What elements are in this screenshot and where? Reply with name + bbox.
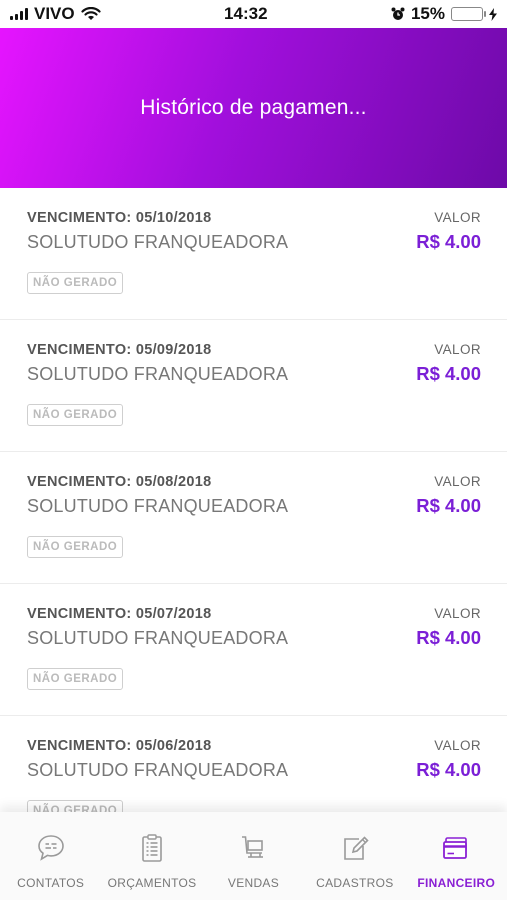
status-right: 15% — [391, 4, 497, 24]
value-amount: R$ 4.00 — [416, 363, 481, 384]
credit-card-icon — [443, 837, 468, 859]
value-label: VALOR — [434, 606, 481, 621]
company-name: SOLUTUDO FRANQUEADORA — [27, 232, 289, 252]
status-badge: NÃO GERADO — [27, 800, 124, 812]
tab-label: CONTATOS — [17, 876, 85, 890]
payment-card[interactable]: VENCIMENTO: 05/09/2018 SOLUTUDO FRANQUEA… — [0, 320, 507, 452]
tab-cadastros[interactable]: CADASTROS — [305, 832, 405, 890]
tab-label: VENDAS — [227, 876, 280, 890]
value-amount: R$ 4.00 — [416, 231, 481, 252]
tab-label: FINANCEIRO — [417, 876, 496, 890]
due-date: VENCIMENTO: 05/09/2018 — [27, 342, 212, 358]
bottom-tab-bar: CONTATOS ORÇAMENTOS VENDAS CADASTROS FIN… — [0, 812, 507, 900]
tab-financeiro[interactable]: FINANCEIRO — [406, 832, 506, 890]
battery-percent: 15% — [410, 4, 445, 23]
due-date: VENCIMENTO: 05/10/2018 — [27, 210, 212, 226]
status-left: VIVO — [10, 4, 101, 24]
page-header: Histórico de pagamen... — [0, 28, 507, 188]
battery-icon — [450, 7, 486, 21]
value-block: VALOR R$ 4.00 — [416, 606, 481, 649]
value-amount: R$ 4.00 — [416, 759, 481, 780]
company-name: SOLUTUDO FRANQUEADORA — [27, 496, 289, 516]
carrier-name: VIVO — [34, 4, 75, 23]
payment-card[interactable]: VENCIMENTO: 05/10/2018 SOLUTUDO FRANQUEA… — [0, 188, 507, 320]
value-label: VALOR — [434, 474, 481, 489]
company-name: SOLUTUDO FRANQUEADORA — [27, 760, 289, 780]
tab-contatos[interactable]: CONTATOS — [1, 832, 101, 890]
wifi-icon — [81, 7, 101, 20]
value-block: VALOR R$ 4.00 — [416, 738, 481, 781]
tab-orcamentos[interactable]: ORÇAMENTOS — [102, 832, 202, 890]
value-block: VALOR R$ 4.00 — [416, 210, 481, 253]
charging-icon — [488, 7, 497, 21]
value-label: VALOR — [434, 738, 481, 753]
value-block: VALOR R$ 4.00 — [416, 342, 481, 385]
value-label: VALOR — [434, 342, 481, 357]
status-badge: NÃO GERADO — [27, 668, 124, 690]
status-badge: NÃO GERADO — [27, 272, 124, 294]
clipboard-list-icon — [142, 834, 162, 862]
payment-card[interactable]: VENCIMENTO: 05/08/2018 SOLUTUDO FRANQUEA… — [0, 452, 507, 584]
status-badge: NÃO GERADO — [27, 536, 124, 558]
value-label: VALOR — [434, 210, 481, 225]
chat-bubble-icon — [37, 835, 64, 861]
due-date: VENCIMENTO: 05/06/2018 — [27, 738, 212, 754]
payment-card[interactable]: VENCIMENTO: 05/07/2018 SOLUTUDO FRANQUEA… — [0, 584, 507, 716]
alarm-icon — [391, 7, 405, 20]
clock: 14:32 — [224, 4, 268, 23]
due-date: VENCIMENTO: 05/07/2018 — [27, 606, 212, 622]
payment-card[interactable]: VENCIMENTO: 05/06/2018 SOLUTUDO FRANQUEA… — [0, 716, 507, 812]
edit-icon — [344, 836, 369, 860]
company-name: SOLUTUDO FRANQUEADORA — [27, 364, 289, 384]
value-block: VALOR R$ 4.00 — [416, 474, 481, 517]
payment-list[interactable]: VENCIMENTO: 05/10/2018 SOLUTUDO FRANQUEA… — [0, 188, 507, 812]
value-amount: R$ 4.00 — [416, 495, 481, 516]
signal-icon — [10, 8, 28, 20]
value-amount: R$ 4.00 — [416, 627, 481, 648]
tab-label: ORÇAMENTOS — [107, 876, 197, 890]
due-date: VENCIMENTO: 05/08/2018 — [27, 474, 212, 490]
company-name: SOLUTUDO FRANQUEADORA — [27, 628, 289, 648]
cart-icon — [242, 836, 264, 858]
status-badge: NÃO GERADO — [27, 404, 124, 426]
tab-vendas[interactable]: VENDAS — [203, 832, 303, 890]
tab-label: CADASTROS — [316, 876, 394, 890]
status-bar: VIVO 14:32 15% — [0, 0, 507, 28]
page-title: Histórico de pagamen... — [140, 96, 367, 119]
